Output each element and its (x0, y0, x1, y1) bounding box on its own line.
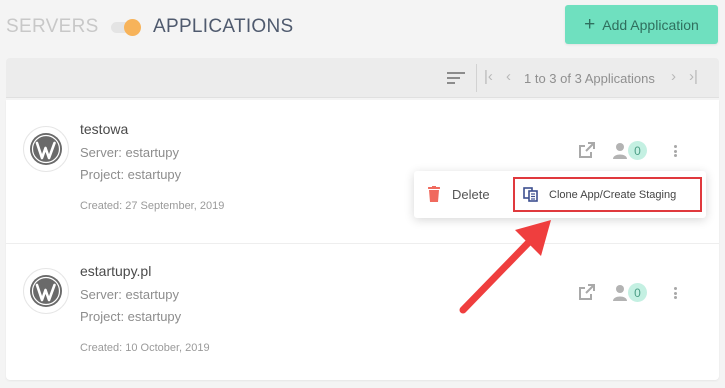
kebab-icon[interactable] (670, 142, 680, 160)
app-project: Project: estartupy (80, 309, 182, 324)
clone-app-label: Clone App/Create Staging (549, 188, 677, 201)
tab-servers[interactable]: SERVERS (6, 16, 99, 38)
user-icon (613, 143, 627, 159)
app-actions-menu: Delete Clone App/Create Staging (414, 171, 706, 218)
next-page-icon[interactable]: › (671, 68, 676, 85)
add-application-button[interactable]: + Add Application (565, 5, 718, 44)
toolbar-divider (476, 64, 477, 92)
delete-menu-item[interactable]: Delete (428, 184, 490, 204)
clone-icon (523, 187, 538, 202)
app-created-date: Created: 10 October, 2019 (80, 342, 210, 354)
pagination-label: 1 to 3 of 3 Applications (524, 71, 655, 86)
kebab-icon[interactable] (670, 284, 680, 302)
app-server: Server: estartupy (80, 287, 179, 302)
list-toolbar: |‹ ‹ 1 to 3 of 3 Applications › ›| (6, 58, 719, 98)
page-header: SERVERS APPLICATIONS + Add Application (0, 0, 725, 52)
sort-icon[interactable] (447, 70, 465, 86)
tab-applications[interactable]: APPLICATIONS (153, 16, 294, 38)
trash-icon (428, 186, 440, 202)
app-server: Server: estartupy (80, 145, 179, 160)
user-icon (613, 285, 627, 301)
plus-icon: + (584, 14, 596, 35)
user-count-badge[interactable]: 0 (628, 141, 647, 160)
app-project: Project: estartupy (80, 167, 182, 182)
wordpress-icon (23, 268, 69, 314)
row-divider (6, 243, 719, 244)
app-created-date: Created: 27 September, 2019 (80, 200, 225, 212)
user-count-badge[interactable]: 0 (628, 283, 647, 302)
clone-app-menu-item[interactable]: Clone App/Create Staging (513, 177, 702, 212)
delete-label: Delete (452, 186, 490, 202)
app-name[interactable]: estartupy.pl (80, 263, 151, 279)
prev-page-icon[interactable]: ‹ (506, 68, 511, 85)
external-link-icon[interactable] (578, 284, 595, 301)
external-link-icon[interactable] (578, 142, 595, 159)
add-application-label: Add Application (602, 16, 699, 33)
application-row[interactable]: estartupy.pl Server: estartupy Project: … (6, 246, 719, 376)
app-name[interactable]: testowa (80, 121, 128, 137)
view-toggle[interactable] (111, 19, 141, 36)
wordpress-icon (23, 126, 69, 172)
first-page-icon[interactable]: |‹ (484, 68, 493, 85)
last-page-icon[interactable]: ›| (689, 68, 698, 85)
view-toggle-knob (124, 19, 141, 36)
